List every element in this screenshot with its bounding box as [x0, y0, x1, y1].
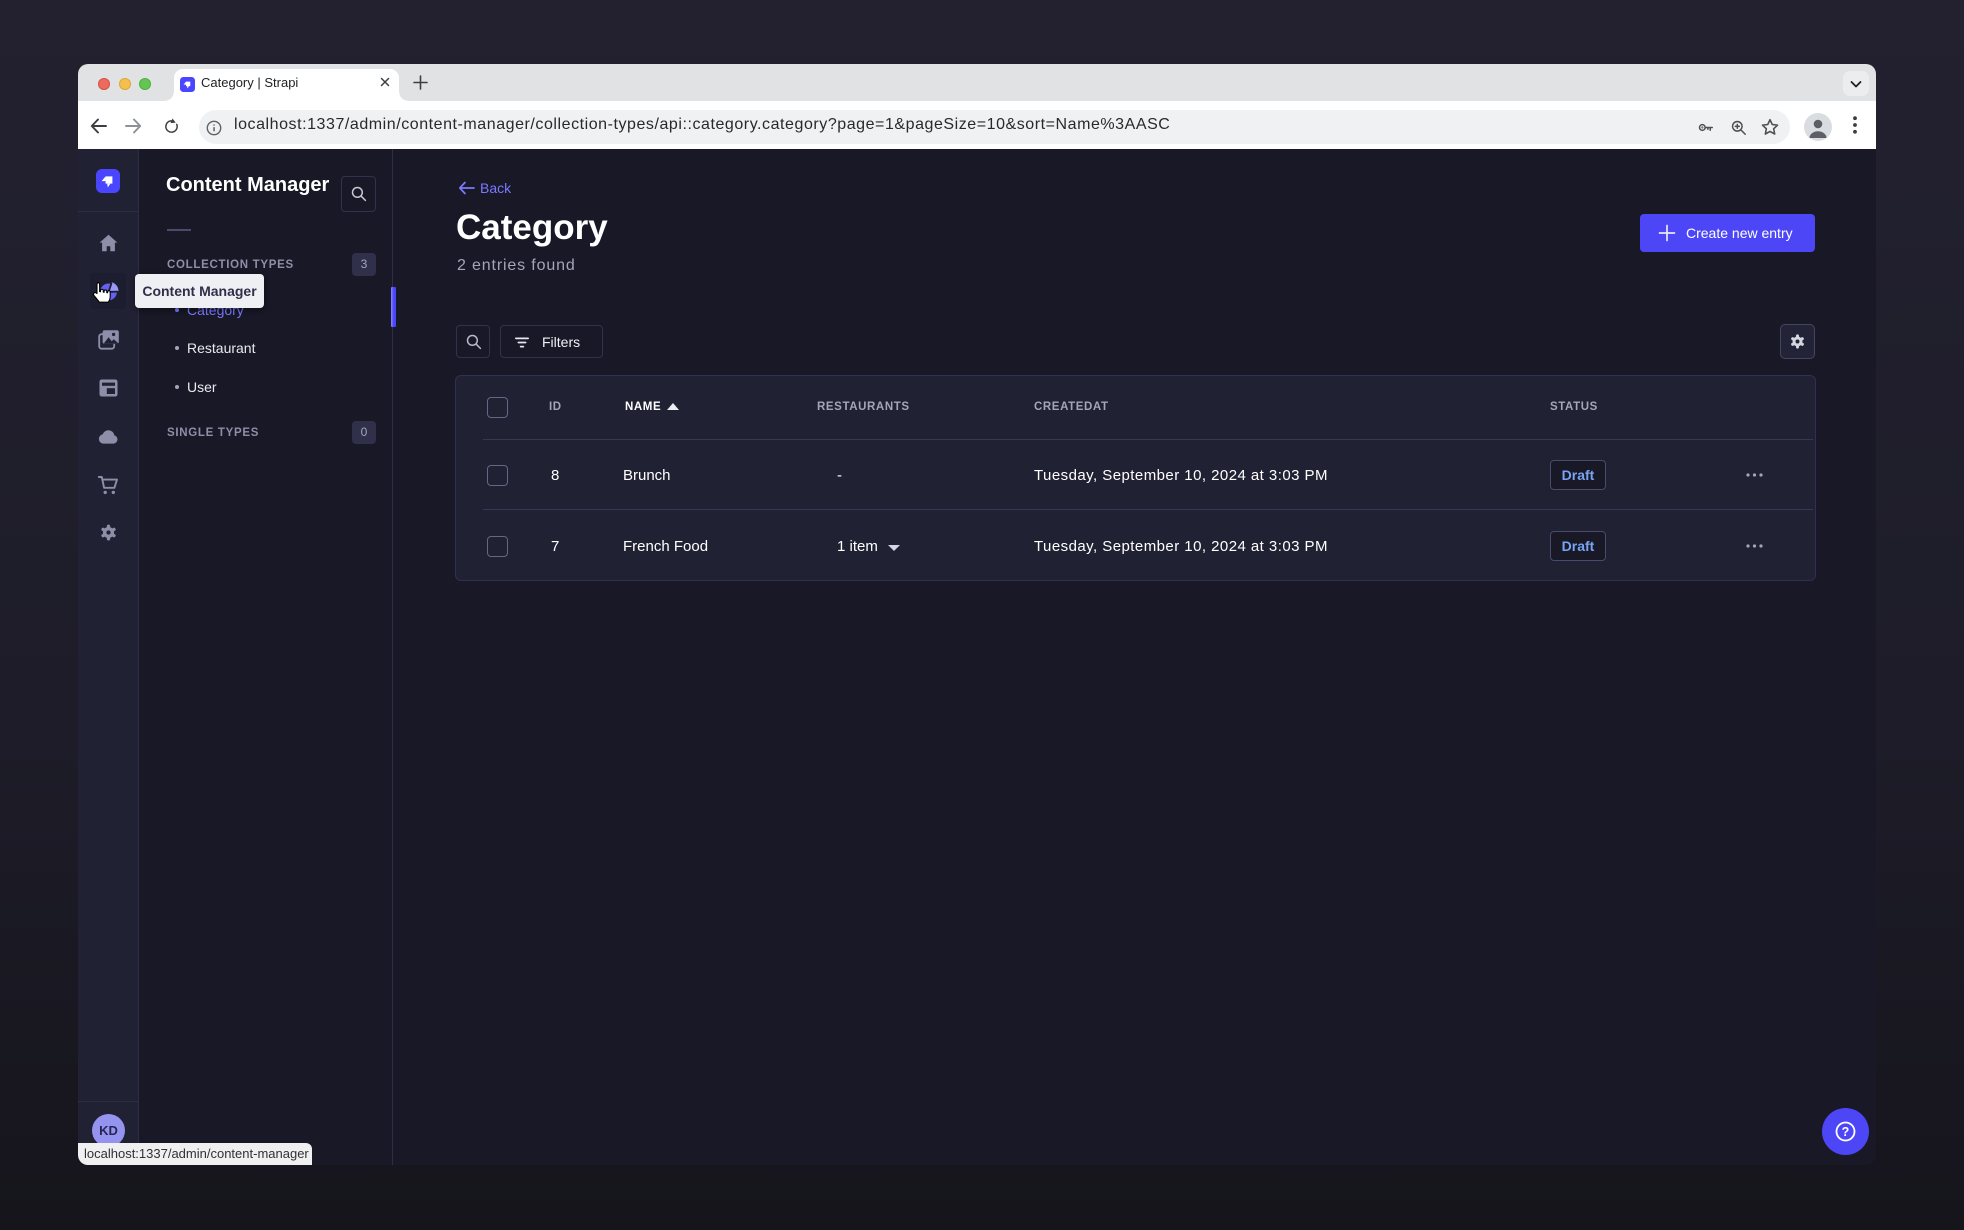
svg-text:?: ?: [1842, 1125, 1850, 1139]
